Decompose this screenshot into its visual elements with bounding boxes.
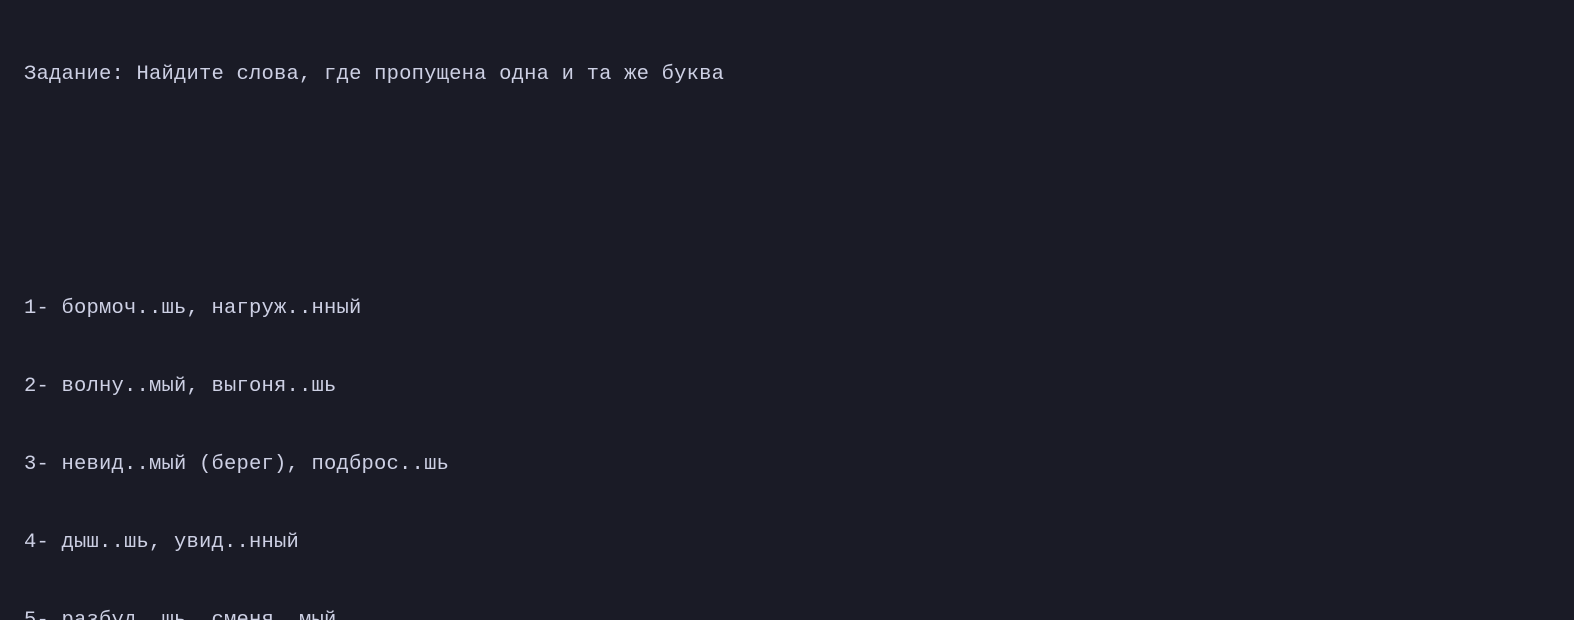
blank-line xyxy=(24,211,1550,250)
blank-line xyxy=(24,133,1550,172)
option-line-5: 5- разбуд..шь, сменя..мый xyxy=(24,601,1550,620)
task-label: Задание: xyxy=(24,63,137,86)
task-line: Задание: Найдите слова, где пропущена од… xyxy=(24,55,1550,94)
task-text: Найдите слова, где пропущена одна и та ж… xyxy=(137,63,725,86)
option-line-1: 1- бормоч..шь, нагруж..нный xyxy=(24,289,1550,328)
option-line-3: 3- невид..мый (берег), подброс..шь xyxy=(24,445,1550,484)
option-line-4: 4- дыш..шь, увид..нный xyxy=(24,523,1550,562)
terminal-output[interactable]: Задание: Найдите слова, где пропущена од… xyxy=(0,0,1574,620)
option-line-2: 2- волну..мый, выгоня..шь xyxy=(24,367,1550,406)
